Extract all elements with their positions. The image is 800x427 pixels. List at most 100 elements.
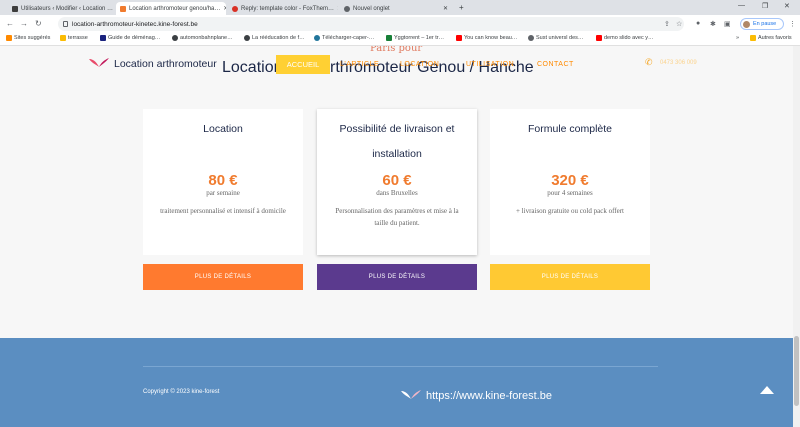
avatar xyxy=(743,21,750,28)
other-bookmarks[interactable]: Autres favoris xyxy=(750,35,792,41)
details-button-formule[interactable]: PLUS DE DÉTAILS xyxy=(490,264,650,290)
bookmark-icon xyxy=(172,35,178,41)
bookmark-icon xyxy=(386,35,392,41)
new-tab-icon[interactable]: + xyxy=(459,3,464,12)
more-bookmarks-icon[interactable]: » xyxy=(736,35,739,41)
paris-text: Paris pour xyxy=(370,46,423,54)
menu-kebab-icon[interactable]: ⋮ xyxy=(789,20,796,28)
menu-item-accueil[interactable]: ACCUEIL xyxy=(276,55,330,74)
bookmark-item[interactable]: La rééducation de f… xyxy=(244,35,305,41)
phone-number[interactable]: 0473 306 009 xyxy=(660,60,697,66)
close-icon[interactable]: ✕ xyxy=(440,5,448,12)
bookmark-item[interactable]: demo slido avec y… xyxy=(596,35,654,41)
card-period: dans Bruxelles xyxy=(376,189,418,197)
footer-url: https://www.kine-forest.be xyxy=(426,390,552,402)
bookmark-item[interactable]: Yggtorrent – 1er tr… xyxy=(386,35,444,41)
close-icon[interactable]: ✕ xyxy=(220,5,226,12)
tab-new[interactable]: Nouvel onglet ✕ xyxy=(340,2,452,15)
menu-item-article[interactable]: L'ARTICLE xyxy=(340,61,379,68)
extension-icon[interactable]: ✱ xyxy=(710,20,716,28)
folder-icon xyxy=(750,35,756,41)
back-icon[interactable]: ← xyxy=(6,19,14,28)
menu-item-utilisation[interactable]: UTILISATION xyxy=(466,61,514,68)
close-icon[interactable]: ✕ xyxy=(113,5,114,12)
bird-logo-icon xyxy=(89,58,109,67)
bookmarks-bar: Sites suggérés terrasse Guide de déménag… xyxy=(0,33,800,46)
bookmark-label: automonbahnplane… xyxy=(180,35,233,41)
card-description: + livraison gratuite ou cold pack offert xyxy=(515,207,624,215)
favicon-icon xyxy=(232,5,238,12)
card-price: 80 € xyxy=(208,172,238,189)
bookmark-label: Yggtorrent – 1er tr… xyxy=(394,35,445,41)
card-title: Possibilité de livraison et installation xyxy=(339,123,455,160)
close-icon[interactable]: ✕ xyxy=(334,5,338,12)
tab-label: Location arthromoteur genou/ha… xyxy=(129,5,221,12)
favicon-icon xyxy=(12,5,18,12)
bookmark-item[interactable]: Sites suggérés xyxy=(6,35,50,41)
card-title: Formule complète xyxy=(527,123,613,135)
scroll-to-top-icon[interactable] xyxy=(760,386,774,394)
scrollbar-thumb[interactable] xyxy=(794,336,799,406)
bookmark-label: Sites suggérés xyxy=(14,35,51,41)
menu-item-location[interactable]: LOCATION xyxy=(400,61,439,68)
tab-label: Nouvel onglet xyxy=(353,5,390,12)
menu-item-contact[interactable]: CONTACT xyxy=(537,61,574,68)
address-bar[interactable]: location-arthromoteur-kinetec.kine-fores… xyxy=(58,17,684,31)
bookmark-item[interactable]: terrasse xyxy=(60,35,88,41)
pricing-card-livraison: Possibilité de livraison et installation… xyxy=(317,109,477,255)
youtube-icon xyxy=(596,35,602,41)
tab-utilisateurs[interactable]: Utilisateurs ‹ Modifier ‹ Location … ✕ xyxy=(8,2,114,15)
browser-toolbar: ← → ↻ location-arthromoteur-kinetec.kine… xyxy=(0,15,800,33)
details-button-livraison[interactable]: PLUS DE DÉTAILS xyxy=(317,264,477,290)
site-footer: Copyright © 2023 kine-forest https://www… xyxy=(0,338,800,427)
bookmark-icon xyxy=(314,35,320,41)
share-icon[interactable]: ⇪ xyxy=(664,20,670,28)
tab-bar: Utilisateurs ‹ Modifier ‹ Location … ✕ L… xyxy=(0,0,800,15)
footer-divider xyxy=(143,366,658,367)
footer-site-link[interactable]: https://www.kine-forest.be xyxy=(400,389,552,403)
profile-label: En pause xyxy=(753,21,777,27)
bookmark-label: You can know beau… xyxy=(464,35,518,41)
phone-icon: ✆ xyxy=(645,57,653,67)
reload-icon[interactable]: ↻ xyxy=(35,19,42,28)
minimize-icon[interactable]: — xyxy=(738,2,745,9)
page-content: Paris pour Location d'un arthromoteur Ge… xyxy=(0,46,800,427)
logo-text: Location arthromoteur xyxy=(114,58,217,70)
profile-button[interactable]: En pause xyxy=(740,18,784,30)
card-description: Personnalisation des paramètres et mise … xyxy=(335,207,459,227)
bookmark-label: Sust universl des… xyxy=(536,35,584,41)
bookmark-star-icon[interactable]: ☆ xyxy=(676,20,682,28)
bookmark-item[interactable]: Sust universl des… xyxy=(528,35,583,41)
bookmark-icon xyxy=(244,35,250,41)
tab-location[interactable]: Location arthromoteur genou/ha… ✕ xyxy=(116,2,226,15)
copyright-text: Copyright © 2023 kine-forest xyxy=(143,389,220,395)
window-close-icon[interactable]: ✕ xyxy=(784,2,790,10)
card-price: 320 € xyxy=(551,172,589,189)
bookmark-icon xyxy=(100,35,106,41)
card-period: par semaine xyxy=(206,189,240,197)
bookmark-label: Autres favoris xyxy=(758,35,792,41)
extension-pin-icon[interactable]: ● xyxy=(696,20,700,27)
tab-label: Utilisateurs ‹ Modifier ‹ Location … xyxy=(21,5,114,12)
bookmark-item[interactable]: automonbahnplane… xyxy=(172,35,233,41)
site-logo[interactable]: Location arthromoteur xyxy=(88,57,217,71)
bird-logo-icon xyxy=(401,390,421,399)
bookmark-label: La rééducation de f… xyxy=(252,35,305,41)
bookmark-item[interactable]: Guide de déménag… xyxy=(100,35,160,41)
forward-icon[interactable]: → xyxy=(20,19,28,28)
bookmark-label: Télécharger-caper-… xyxy=(322,35,375,41)
pricing-card-location: Location 80 € par semaine traitement per… xyxy=(143,109,303,255)
sidepanel-icon[interactable]: ▣ xyxy=(724,20,731,28)
bookmark-item[interactable]: You can know beau… xyxy=(456,35,517,41)
favicon-icon xyxy=(344,5,350,12)
card-title: Location xyxy=(203,123,243,135)
bookmark-icon xyxy=(528,35,534,41)
restore-icon[interactable]: ❐ xyxy=(762,2,768,10)
tab-reply[interactable]: Reply: template color - FoxThem… ✕ xyxy=(228,2,338,15)
bookmark-item[interactable]: Télécharger-caper-… xyxy=(314,35,374,41)
pricing-card-formule: Formule complète 320 € pour 4 semaines +… xyxy=(490,109,650,255)
details-button-location[interactable]: PLUS DE DÉTAILS xyxy=(143,264,303,290)
favicon-icon xyxy=(120,5,126,12)
url-text: location-arthromoteur-kinetec.kine-fores… xyxy=(72,20,198,28)
bookmark-label: terrasse xyxy=(68,35,88,41)
